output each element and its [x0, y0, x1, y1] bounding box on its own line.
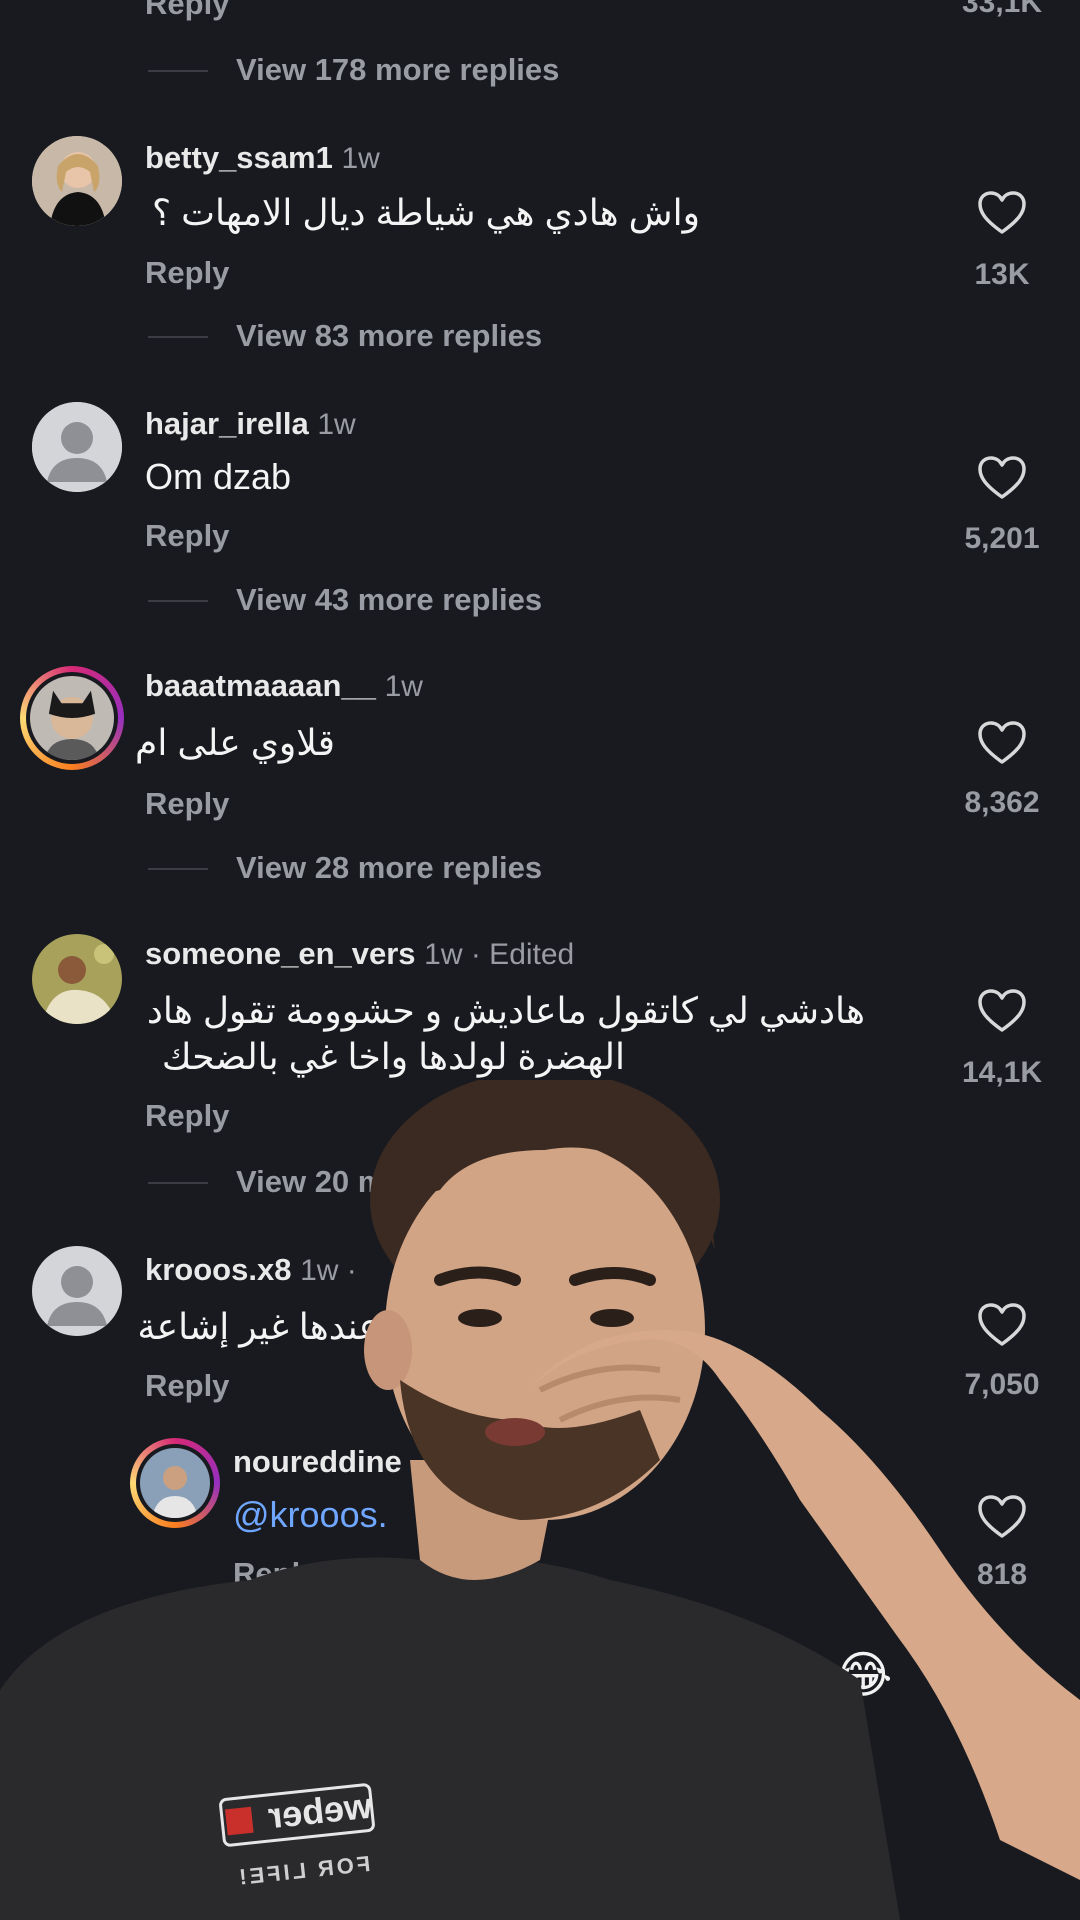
username-text[interactable]: baaatmaaaan__: [145, 668, 376, 703]
comment-username[interactable]: baaatmaaaan__ 1w: [145, 668, 423, 704]
view-more-replies[interactable]: View 43 more replies: [236, 582, 542, 618]
like-count: 5,201: [964, 522, 1040, 555]
avatar[interactable]: [32, 136, 122, 226]
heart-outline-icon: [978, 989, 1026, 1032]
comment-text: قلاوي على ام: [135, 722, 335, 763]
like-count: 33,1K: [961, 0, 1043, 19]
comment-text: Om dzab: [145, 456, 292, 497]
comment-text-line: هادشي لي كاتقول ماعاديش و حشوومة تقول ها…: [146, 990, 865, 1031]
profile-photo: [32, 136, 122, 226]
comment-username[interactable]: hajar_irella 1w: [145, 406, 356, 442]
view-more-replies[interactable]: View 178 more replies: [236, 52, 559, 88]
avatar[interactable]: [32, 934, 122, 1024]
comment-username[interactable]: someone_en_vers 1w · Edited: [145, 936, 574, 972]
like-button[interactable]: [977, 455, 1027, 506]
divider-line: [148, 600, 208, 602]
divider-line: [148, 868, 208, 870]
avatar[interactable]: [32, 402, 122, 492]
heart-outline-icon: [978, 721, 1026, 764]
view-more-replies[interactable]: View 28 more replies: [236, 850, 542, 886]
comment-text: واش هادي هي شياطة ديال الامهات ؟: [152, 192, 700, 233]
comment-time: 1w: [341, 142, 380, 175]
like-count: 13K: [974, 258, 1030, 291]
presenter-overlay: [0, 1080, 1080, 1920]
person-silhouette-icon: [32, 402, 122, 492]
reply-button[interactable]: Reply: [145, 786, 229, 822]
divider-line: [148, 70, 208, 72]
reply-button[interactable]: Reply: [145, 518, 229, 554]
heart-outline-icon: [978, 191, 1026, 234]
view-more-replies[interactable]: View 83 more replies: [236, 318, 542, 354]
reply-button[interactable]: Reply: [145, 255, 229, 291]
profile-photo: [32, 934, 122, 1024]
comment-username[interactable]: betty_ssam1 1w: [145, 140, 380, 176]
comment-time: 1w: [384, 670, 423, 703]
like-button[interactable]: [977, 190, 1027, 241]
reply-button[interactable]: Reply: [145, 0, 229, 22]
divider-line: [148, 336, 208, 338]
username-text[interactable]: someone_en_vers: [145, 936, 416, 971]
like-count: 8,362: [964, 786, 1040, 819]
like-button[interactable]: [977, 720, 1027, 771]
comment-text-line: الهضرة لولدها واخا غي بالضحك: [161, 1036, 625, 1077]
heart-outline-icon: [978, 456, 1026, 499]
username-text[interactable]: betty_ssam1: [145, 140, 333, 175]
like-button[interactable]: [977, 988, 1027, 1039]
comment-time: 1w · Edited: [424, 938, 575, 971]
username-text[interactable]: hajar_irella: [145, 406, 309, 441]
comment-time: 1w: [317, 408, 356, 441]
